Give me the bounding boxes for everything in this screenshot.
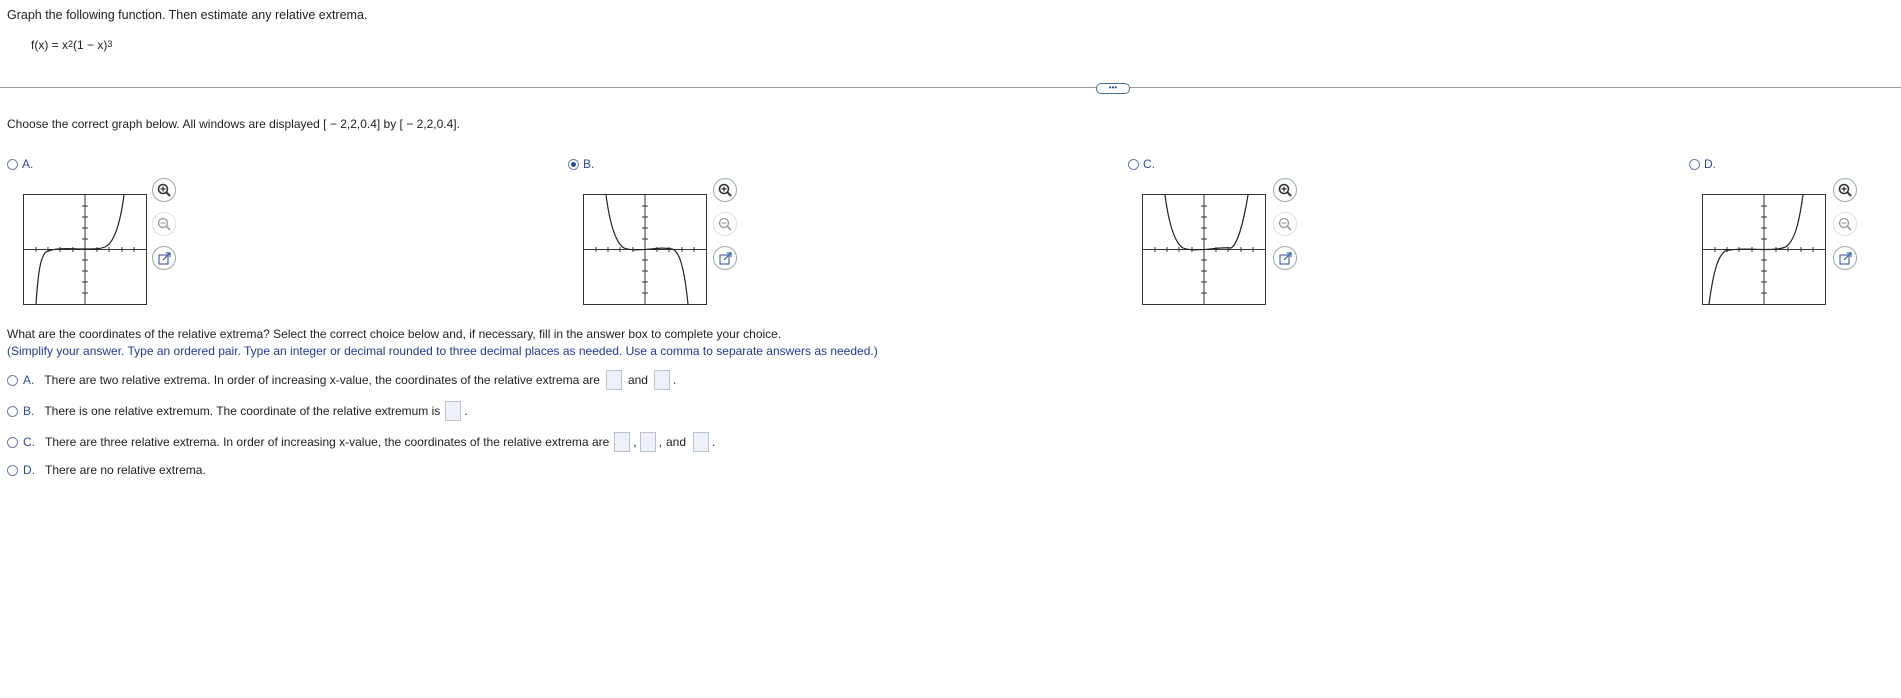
open-new-window-icon xyxy=(1278,251,1292,265)
option-b[interactable]: B. xyxy=(568,157,594,171)
zoom-in-button-c[interactable] xyxy=(1273,178,1297,202)
answer-box-a1[interactable] xyxy=(605,370,622,390)
zoom-out-icon xyxy=(1278,217,1292,231)
part2-note: (Simplify your answer. Type an ordered p… xyxy=(7,344,878,358)
option-d[interactable]: D. xyxy=(1689,157,1716,171)
choice-a-radio[interactable] xyxy=(7,374,18,386)
zoom-in-icon xyxy=(157,183,171,197)
graph-d-plot xyxy=(1703,194,1825,305)
zoom-out-icon xyxy=(157,217,171,231)
option-a[interactable]: A. xyxy=(7,157,33,171)
function-expression: f(x) = x2(1 − x)3 xyxy=(31,38,113,52)
zoom-out-button-b[interactable] xyxy=(713,212,737,236)
open-window-button-b[interactable] xyxy=(713,246,737,270)
graph-b xyxy=(583,194,707,305)
zoom-in-icon xyxy=(1278,183,1292,197)
zoom-out-icon xyxy=(1838,217,1852,231)
choice-b[interactable]: B. There is one relative extremum. The c… xyxy=(7,401,468,421)
question-prompt: Graph the following function. Then estim… xyxy=(7,8,368,22)
zoom-in-button-a[interactable] xyxy=(152,178,176,202)
open-window-button-d[interactable] xyxy=(1833,246,1857,270)
radio-b[interactable] xyxy=(568,158,579,170)
choice-c[interactable]: C. There are three relative extrema. In … xyxy=(7,432,715,452)
open-window-button-c[interactable] xyxy=(1273,246,1297,270)
answer-box-b1[interactable] xyxy=(445,401,462,421)
graph-d xyxy=(1702,194,1826,305)
open-new-window-icon xyxy=(157,251,171,265)
graph-c xyxy=(1142,194,1266,305)
graph-a xyxy=(23,194,147,305)
answer-box-c2[interactable] xyxy=(639,432,656,452)
zoom-out-icon xyxy=(718,217,732,231)
section-divider xyxy=(0,87,1901,88)
choice-b-radio[interactable] xyxy=(7,405,18,417)
open-window-button-a[interactable] xyxy=(152,246,176,270)
answer-box-c1[interactable] xyxy=(614,432,631,452)
radio-c[interactable] xyxy=(1128,158,1139,170)
zoom-out-button-a[interactable] xyxy=(152,212,176,236)
radio-a[interactable] xyxy=(7,158,18,170)
graph-c-plot xyxy=(1143,194,1265,304)
zoom-in-button-d[interactable] xyxy=(1833,178,1857,202)
choice-a[interactable]: A. There are two relative extrema. In or… xyxy=(7,370,676,390)
zoom-in-icon xyxy=(1838,183,1852,197)
choice-d[interactable]: D. There are no relative extrema. xyxy=(7,463,206,477)
open-new-window-icon xyxy=(1838,251,1852,265)
answer-box-c3[interactable] xyxy=(693,432,709,452)
zoom-in-button-b[interactable] xyxy=(713,178,737,202)
choice-d-radio[interactable] xyxy=(7,464,18,476)
part1-instruction: Choose the correct graph below. All wind… xyxy=(7,117,460,131)
radio-d[interactable] xyxy=(1689,158,1700,170)
zoom-in-icon xyxy=(718,183,732,197)
open-new-window-icon xyxy=(718,251,732,265)
zoom-out-button-d[interactable] xyxy=(1833,212,1857,236)
option-c[interactable]: C. xyxy=(1128,157,1155,171)
part2-question: What are the coordinates of the relative… xyxy=(7,327,782,341)
answer-box-a2[interactable] xyxy=(653,370,670,390)
graph-b-plot xyxy=(584,194,706,305)
more-button[interactable]: ••• xyxy=(1096,83,1130,94)
choice-c-radio[interactable] xyxy=(7,436,18,448)
graph-a-plot xyxy=(24,194,146,305)
zoom-out-button-c[interactable] xyxy=(1273,212,1297,236)
